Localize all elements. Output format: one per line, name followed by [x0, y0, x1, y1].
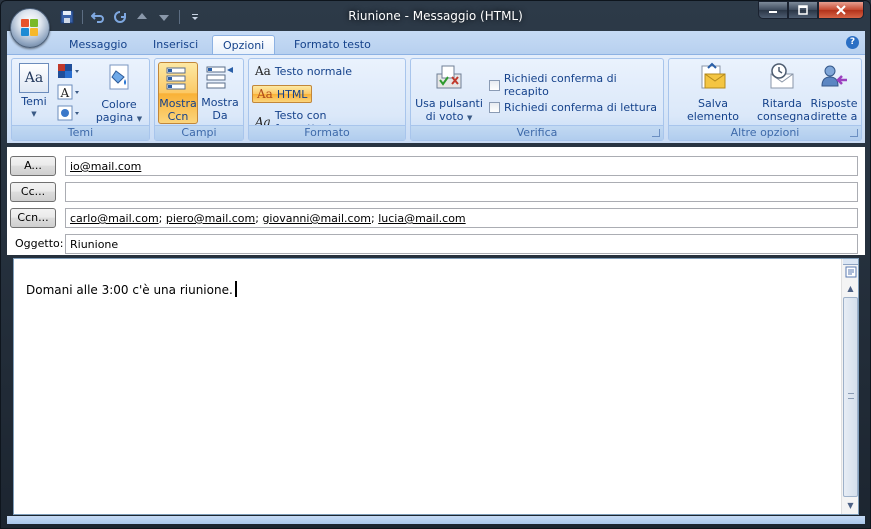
cc-field[interactable] [65, 182, 858, 202]
maximize-button[interactable] [788, 1, 818, 19]
ritarda-consegna-button[interactable]: Ritarda consegna [757, 62, 810, 124]
html-format-icon: Aa [257, 87, 273, 101]
to-field[interactable]: io@mail.com [65, 156, 858, 176]
group-altre-opzioni: Salva elemento inviato ▼ Ritarda consegn… [668, 58, 862, 141]
group-verifica: Usa pulsanti di voto ▼ Richiedi conferma… [410, 58, 664, 141]
to-button[interactable]: A... [10, 156, 56, 176]
bcc-row: Ccn... carlo@mail.com; piero@mail.com; g… [7, 207, 865, 229]
theme-fonts-button[interactable]: A [56, 84, 82, 102]
recipient-link[interactable]: lucia@mail.com [378, 212, 465, 225]
dropdown-caret-icon: ▼ [136, 115, 143, 123]
dialog-launcher-icon[interactable] [652, 129, 660, 137]
scrollbar-thumb[interactable] [843, 297, 858, 497]
colore-pagina-button[interactable]: Colore pagina ▼ [92, 63, 146, 124]
bcc-button[interactable]: Ccn... [10, 208, 56, 228]
ribbon: Messaggio Inserisci Opzioni Formato test… [7, 31, 865, 143]
theme-colors-button[interactable] [56, 63, 82, 81]
dropdown-caret-icon: ▼ [31, 110, 37, 118]
show-from-icon [206, 66, 233, 89]
group-formato: Aa Testo normale Aa HTML Aa Testo con fo… [248, 58, 406, 141]
status-bar [7, 516, 865, 524]
mostra-ccn-button[interactable]: Mostra Ccn [158, 62, 198, 124]
dropdown-caret-icon: ▼ [466, 114, 473, 122]
ribbon-tabs: Messaggio Inserisci Opzioni Formato test… [7, 31, 865, 55]
group-label-formato: Formato [249, 125, 405, 140]
body-text[interactable]: Domani alle 3:00 c'è una riunione. [26, 281, 237, 297]
save-sent-item-icon [701, 62, 726, 89]
help-icon[interactable]: ? [846, 36, 859, 49]
outlook-message-window: Riunione - Messaggio (HTML) Messaggio In… [0, 0, 871, 529]
recipient-link[interactable]: carlo@mail.com [70, 212, 159, 225]
message-body[interactable]: Domani alle 3:00 c'è una riunione. ▲ ▼ [13, 258, 859, 515]
tab-messaggio[interactable]: Messaggio [59, 35, 137, 55]
subject-row: Oggetto: Riunione [7, 233, 865, 255]
tab-formato-testo[interactable]: Formato testo [284, 35, 381, 55]
ribbon-panel-opzioni: Aa Temi ▼ A Colore pagina ▼ Temi Mostra … [7, 54, 865, 143]
themes-icon: Aa [19, 63, 49, 93]
message-header: A... io@mail.com Cc... Ccn... carlo@mail… [7, 147, 865, 255]
tab-opzioni[interactable]: Opzioni [212, 35, 276, 55]
text-cursor [234, 281, 237, 297]
maximize-icon [798, 5, 808, 15]
mostra-da-button[interactable]: Mostra Da [200, 62, 240, 124]
theme-effects-button[interactable] [56, 105, 82, 123]
office-button[interactable] [10, 8, 50, 48]
group-label-altre-opzioni: Altre opzioni [669, 125, 861, 140]
minimize-button[interactable] [758, 1, 788, 19]
page-color-icon [109, 64, 129, 90]
close-icon [836, 5, 846, 15]
cc-button[interactable]: Cc... [10, 182, 56, 202]
voting-buttons-icon [436, 65, 462, 89]
group-campi: Mostra Ccn Mostra Da Campi [154, 58, 244, 141]
testo-normale-option[interactable]: Aa Testo normale [255, 64, 352, 78]
plain-text-icon: Aa [255, 64, 271, 78]
delay-delivery-icon [770, 63, 794, 89]
conferma-recapito-checkbox[interactable]: Richiedi conferma di recapito [489, 72, 663, 98]
svg-text:A: A [60, 86, 70, 100]
checkbox[interactable] [489, 102, 500, 113]
bcc-field[interactable]: carlo@mail.com; piero@mail.com; giovanni… [65, 208, 858, 228]
office-logo-icon [21, 19, 39, 37]
theme-fonts-icon: A [57, 84, 79, 100]
group-label-campi: Campi [155, 125, 243, 140]
group-temi: Aa Temi ▼ A Colore pagina ▼ Temi [11, 58, 150, 141]
window-title: Riunione - Messaggio (HTML) [348, 9, 523, 23]
cc-row: Cc... [7, 181, 865, 203]
close-button[interactable] [818, 1, 864, 19]
checkbox[interactable] [489, 79, 500, 91]
subject-label: Oggetto: [15, 237, 64, 250]
group-label-verifica: Verifica [411, 125, 663, 140]
html-option[interactable]: Aa HTML [252, 85, 313, 103]
grip-icon [848, 393, 854, 399]
to-row: A... io@mail.com [7, 155, 865, 177]
usa-pulsanti-voto-button[interactable]: Usa pulsanti di voto ▼ [414, 62, 484, 124]
recipient-link[interactable]: giovanni@mail.com [262, 212, 371, 225]
vertical-scrollbar[interactable]: ▲ ▼ [841, 259, 858, 514]
tab-inserisci[interactable]: Inserisci [143, 35, 208, 55]
dialog-launcher-icon[interactable] [850, 129, 858, 137]
minimize-icon [769, 11, 777, 13]
subject-field[interactable]: Riunione [65, 234, 858, 254]
scroll-up-icon[interactable]: ▲ [843, 281, 858, 297]
ruler-toggle-icon[interactable] [843, 266, 858, 282]
recipient-link[interactable]: io@mail.com [70, 160, 141, 173]
split-handle[interactable] [843, 259, 858, 265]
salva-elemento-inviato-button[interactable]: Salva elemento inviato ▼ [671, 62, 755, 136]
scroll-down-icon[interactable]: ▼ [843, 498, 858, 514]
risposte-dirette-a-button[interactable]: Risposte dirette a [809, 62, 859, 124]
recipient-link[interactable]: piero@mail.com [166, 212, 255, 225]
show-bcc-icon [166, 67, 186, 90]
group-label-temi: Temi [12, 125, 149, 140]
theme-effects-icon [57, 105, 79, 121]
temi-button[interactable]: Aa Temi ▼ [15, 63, 53, 121]
direct-replies-icon [821, 65, 847, 87]
window-controls [758, 1, 864, 19]
conferma-lettura-checkbox[interactable]: Richiedi conferma di lettura [489, 101, 657, 114]
title-bar: Riunione - Messaggio (HTML) [1, 1, 870, 48]
theme-colors-icon [58, 64, 79, 78]
